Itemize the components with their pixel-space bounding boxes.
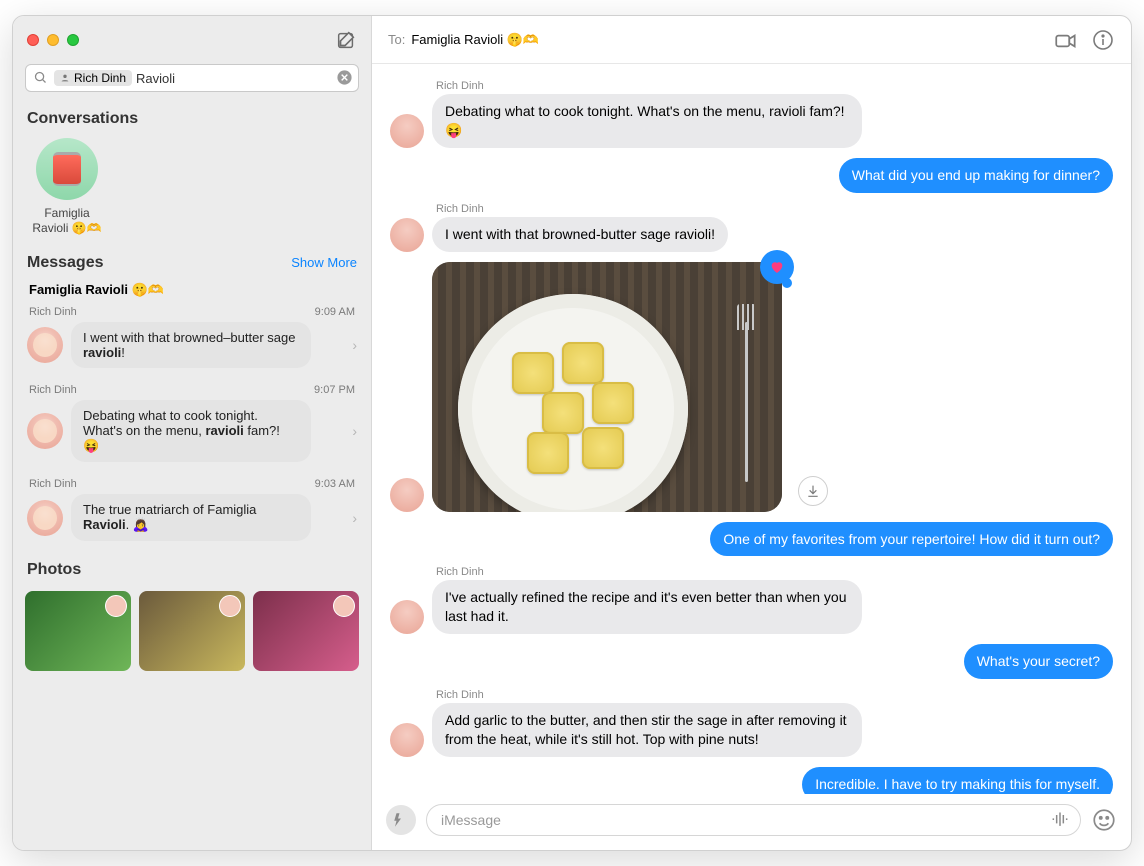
message-results: Famiglia Ravioli 🤫🫶 Rich Dinh 9:09 AM I we… <box>13 278 371 551</box>
conversations-heading: Conversations <box>13 102 371 134</box>
search-input[interactable]: Rich Dinh Ravioli <box>25 64 359 92</box>
search-query-text: Ravioli <box>136 71 175 86</box>
result-time: 9:09 AM <box>315 306 355 318</box>
avatar-badge <box>219 595 241 617</box>
clear-search-button[interactable] <box>336 69 353 86</box>
sidebar-titlebar <box>13 16 371 64</box>
result-bubble: I went with that browned–butter sage rav… <box>71 322 311 368</box>
incoming-image-row <box>390 262 1113 512</box>
avatar <box>390 723 424 757</box>
incoming-message-row: I went with that browned-butter sage rav… <box>390 217 1113 252</box>
avatar-badge <box>333 595 355 617</box>
pinned-label: FamigliaRavioli 🤫🫶 <box>32 206 101 236</box>
avatar <box>27 327 63 363</box>
search-icon <box>33 70 48 85</box>
incoming-bubble[interactable]: Add garlic to the butter, and then stir … <box>432 703 862 757</box>
search-wrap: Rich Dinh Ravioli <box>25 64 359 92</box>
pinned-conversation[interactable]: FamigliaRavioli 🤫🫶 <box>27 138 107 236</box>
outgoing-bubble[interactable]: One of my favorites from your repertoire… <box>710 522 1113 557</box>
chevron-right-icon: › <box>352 337 357 353</box>
incoming-bubble[interactable]: Debating what to cook tonight. What's on… <box>432 94 862 148</box>
emoji-picker-button[interactable] <box>1091 807 1117 833</box>
message-thread[interactable]: Rich Dinh Debating what to cook tonight. … <box>372 64 1131 794</box>
result-bubble: The true matriarch of Famiglia Ravioli. … <box>71 494 311 541</box>
sender-name: Rich Dinh <box>436 80 1113 92</box>
image-attachment[interactable] <box>432 262 782 512</box>
minimize-window-button[interactable] <box>47 34 59 46</box>
compose-button[interactable] <box>335 29 357 51</box>
message-input[interactable]: iMessage <box>426 804 1081 836</box>
fullscreen-window-button[interactable] <box>67 34 79 46</box>
result-thread-title: Famiglia Ravioli 🤫🫶 <box>21 278 363 300</box>
outgoing-message-row: Incredible. I have to try making this fo… <box>390 767 1113 794</box>
to-label: To: <box>388 32 405 47</box>
chevron-right-icon: › <box>352 423 357 439</box>
chevron-right-icon: › <box>352 510 357 526</box>
conversations-label: Conversations <box>27 110 138 128</box>
search-person-pill[interactable]: Rich Dinh <box>54 70 132 86</box>
photo-thumbnail[interactable] <box>139 591 245 671</box>
message-result-row[interactable]: Debating what to cook tonight. What's on… <box>21 398 363 472</box>
sidebar: Rich Dinh Ravioli Conversations Famiglia… <box>13 16 372 850</box>
photo-results <box>13 585 371 677</box>
result-sender: Rich Dinh <box>29 306 77 318</box>
main-panel: To: Famiglia Ravioli 🤫🫶 Rich Dinh Debatin… <box>372 16 1131 850</box>
tapback-heart[interactable] <box>760 250 794 284</box>
message-placeholder: iMessage <box>441 812 501 828</box>
photo-thumbnail[interactable] <box>25 591 131 671</box>
outgoing-bubble[interactable]: Incredible. I have to try making this fo… <box>802 767 1113 794</box>
sender-name: Rich Dinh <box>436 203 1113 215</box>
sender-name: Rich Dinh <box>436 566 1113 578</box>
avatar <box>390 478 424 512</box>
apps-button[interactable] <box>386 805 416 835</box>
show-more-link[interactable]: Show More <box>291 255 357 270</box>
avatar <box>390 600 424 634</box>
outgoing-message-row: What's your secret? <box>390 644 1113 679</box>
messages-heading: Messages Show More <box>13 246 371 278</box>
download-button[interactable] <box>798 476 828 506</box>
result-bubble: Debating what to cook tonight. What's on… <box>71 400 311 462</box>
outgoing-message-row: What did you end up making for dinner? <box>390 158 1113 193</box>
outgoing-bubble[interactable]: What did you end up making for dinner? <box>839 158 1113 193</box>
incoming-message-row: Add garlic to the butter, and then stir … <box>390 703 1113 757</box>
composer: iMessage <box>372 794 1131 850</box>
avatar <box>390 218 424 252</box>
sender-name: Rich Dinh <box>436 689 1113 701</box>
photos-heading: Photos <box>13 551 371 585</box>
incoming-message-row: I've actually refined the recipe and it'… <box>390 580 1113 634</box>
incoming-bubble[interactable]: I went with that browned-butter sage rav… <box>432 217 728 252</box>
avatar <box>390 114 424 148</box>
result-time: 9:03 AM <box>315 478 355 490</box>
messages-label: Messages <box>27 254 104 272</box>
dictation-button[interactable] <box>1050 810 1070 830</box>
outgoing-bubble[interactable]: What's your secret? <box>964 644 1113 679</box>
incoming-bubble[interactable]: I've actually refined the recipe and it'… <box>432 580 862 634</box>
photos-label: Photos <box>27 561 81 579</box>
avatar <box>27 413 63 449</box>
result-sender: Rich Dinh <box>29 384 77 396</box>
avatar <box>27 500 63 536</box>
close-window-button[interactable] <box>27 34 39 46</box>
result-sender: Rich Dinh <box>29 478 77 490</box>
pinned-conversations: FamigliaRavioli 🤫🫶 <box>13 134 371 246</box>
avatar-badge <box>105 595 127 617</box>
facetime-video-button[interactable] <box>1053 28 1077 52</box>
details-info-button[interactable] <box>1091 28 1115 52</box>
pinned-avatar <box>36 138 98 200</box>
to-value[interactable]: Famiglia Ravioli 🤫🫶 <box>411 32 539 48</box>
messages-window: Rich Dinh Ravioli Conversations Famiglia… <box>12 15 1132 851</box>
message-result-row[interactable]: I went with that browned–butter sage rav… <box>21 320 363 378</box>
result-time: 9:07 PM <box>314 384 355 396</box>
conversation-header: To: Famiglia Ravioli 🤫🫶 <box>372 16 1131 64</box>
search-pill-label: Rich Dinh <box>74 71 126 85</box>
photo-thumbnail[interactable] <box>253 591 359 671</box>
incoming-message-row: Debating what to cook tonight. What's on… <box>390 94 1113 148</box>
outgoing-message-row: One of my favorites from your repertoire… <box>390 522 1113 557</box>
window-controls <box>27 34 79 46</box>
message-result-row[interactable]: The true matriarch of Famiglia Ravioli. … <box>21 492 363 551</box>
